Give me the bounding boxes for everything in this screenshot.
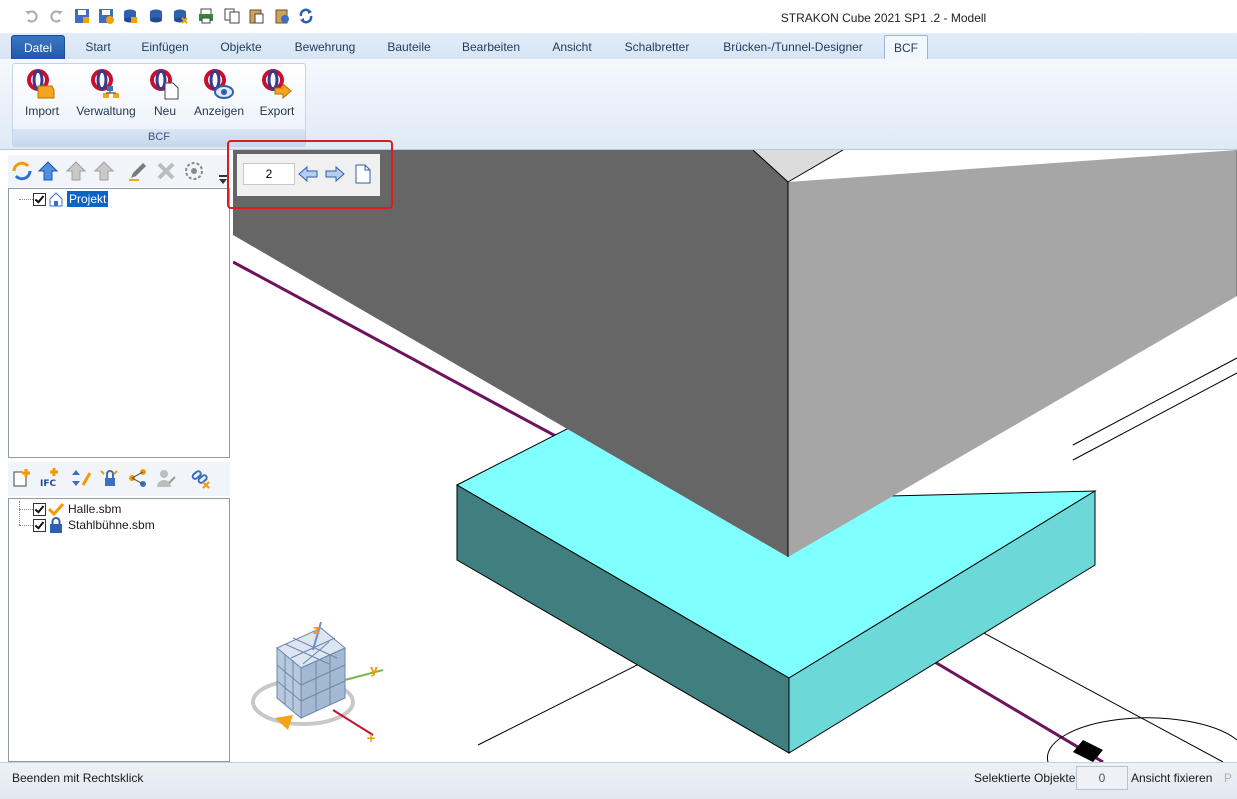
model-tree-toolbar: IFC [8,462,230,496]
lock-model-icon[interactable] [99,467,121,489]
3d-viewport[interactable]: z y + [233,150,1237,762]
tab-schalbretter[interactable]: Schalbretter [614,35,700,59]
bcf-export-icon [262,69,292,100]
delete-icon[interactable] [155,160,177,182]
neu-label: Neu [153,104,176,118]
project-tree-toolbar [8,155,230,187]
halle-label: Halle.sbm [68,502,122,516]
fix-view-toggle[interactable]: Ansicht fixieren [1131,771,1212,785]
projekt-checkbox[interactable] [33,193,46,206]
add-ifc-icon[interactable]: IFC [39,467,61,489]
import-label: Import [24,104,59,118]
share-icon[interactable] [127,467,149,489]
unlink-icon[interactable] [189,467,211,489]
arrow-up-icon[interactable] [37,160,59,182]
user-edit-icon[interactable] [155,467,177,489]
model-tree: Halle.sbm Stahlbühne.sbm [8,498,230,762]
bcf-view-icon [204,69,234,99]
tab-bcf[interactable]: BCF [884,35,928,61]
grid-line-4 [1072,372,1237,461]
selected-objects-label: Selektierte Objekte [974,771,1076,785]
title-bar: STRAKON Cube 2021 SP1 .2 - Modell [0,0,1237,34]
visibility-settings-icon[interactable] [183,160,205,182]
verwaltung-label: Verwaltung [76,104,136,118]
anzeigen-button[interactable]: Anzeigen [193,68,245,124]
svg-text:z: z [313,623,320,637]
bcf-import-icon [27,69,55,99]
halle-checkbox[interactable] [33,503,46,516]
edit-pencil-icon[interactable] [127,160,149,182]
ribbon-tab-bar: Datei Start Einfügen Objekte Bewehrung B… [0,33,1237,61]
model-scene: z y + [233,150,1237,762]
lock-icon [50,517,62,533]
import-button[interactable]: Import [21,68,63,124]
tab-bewehrung[interactable]: Bewehrung [286,35,364,59]
arrow-up-disabled-icon[interactable] [65,160,87,182]
verwaltung-button[interactable]: Verwaltung [73,68,139,124]
stahlbuehne-label: Stahlbühne.sbm [68,518,155,532]
add-model-icon[interactable] [11,467,33,489]
window-title: STRAKON Cube 2021 SP1 .2 - Modell [780,11,987,25]
axis-line-magenta-lower [922,653,1104,762]
projekt-label: Projekt [67,191,109,207]
ribbon-panel: Import Verwaltung Neu Anzeigen Export BC… [0,59,1237,150]
export-button[interactable]: Export [255,68,299,124]
tab-einfuegen[interactable]: Einfügen [134,35,196,59]
bcf-manage-icon [91,69,119,98]
status-trailing-item[interactable]: P [1224,771,1232,785]
svg-text:+: + [366,731,376,745]
highlight-annotation-box [227,140,393,209]
house-icon [49,192,63,207]
tab-start[interactable]: Start [74,35,122,59]
tab-objekte[interactable]: Objekte [210,35,272,59]
bcf-group: Import Verwaltung Neu Anzeigen Export BC… [12,63,306,147]
navigation-cube[interactable]: z y + [251,621,384,745]
status-message: Beenden mit Rechtsklick [12,771,144,785]
refresh-tree-icon[interactable] [11,160,33,182]
checkmark-icon [48,502,64,517]
grid-line-2 [477,661,644,746]
bcf-new-icon [150,69,179,100]
selected-objects-count: 0 [1076,766,1128,790]
tab-bruecken-tunnel-designer[interactable]: Brücken-/Tunnel-Designer [712,35,874,59]
anzeigen-label: Anzeigen [193,104,245,118]
tab-bearbeiten[interactable]: Bearbeiten [452,35,530,59]
sort-icon[interactable] [71,467,93,489]
tab-datei[interactable]: Datei [11,35,65,61]
toolbar-overflow-icon[interactable] [219,175,227,185]
svg-text:IFC: IFC [40,479,56,489]
neu-button[interactable]: Neu [147,68,183,124]
tab-bauteile[interactable]: Bauteile [378,35,440,59]
arc-line [1046,717,1237,762]
export-label: Export [259,104,295,118]
project-tree: Projekt [8,188,230,458]
status-bar: Beenden mit Rechtsklick Selektierte Obje… [0,762,1237,799]
svg-text:y: y [370,663,378,677]
arrow-up-disabled-icon-2[interactable] [93,160,115,182]
tab-ansicht[interactable]: Ansicht [544,35,600,59]
stahlbuehne-checkbox[interactable] [33,519,46,532]
